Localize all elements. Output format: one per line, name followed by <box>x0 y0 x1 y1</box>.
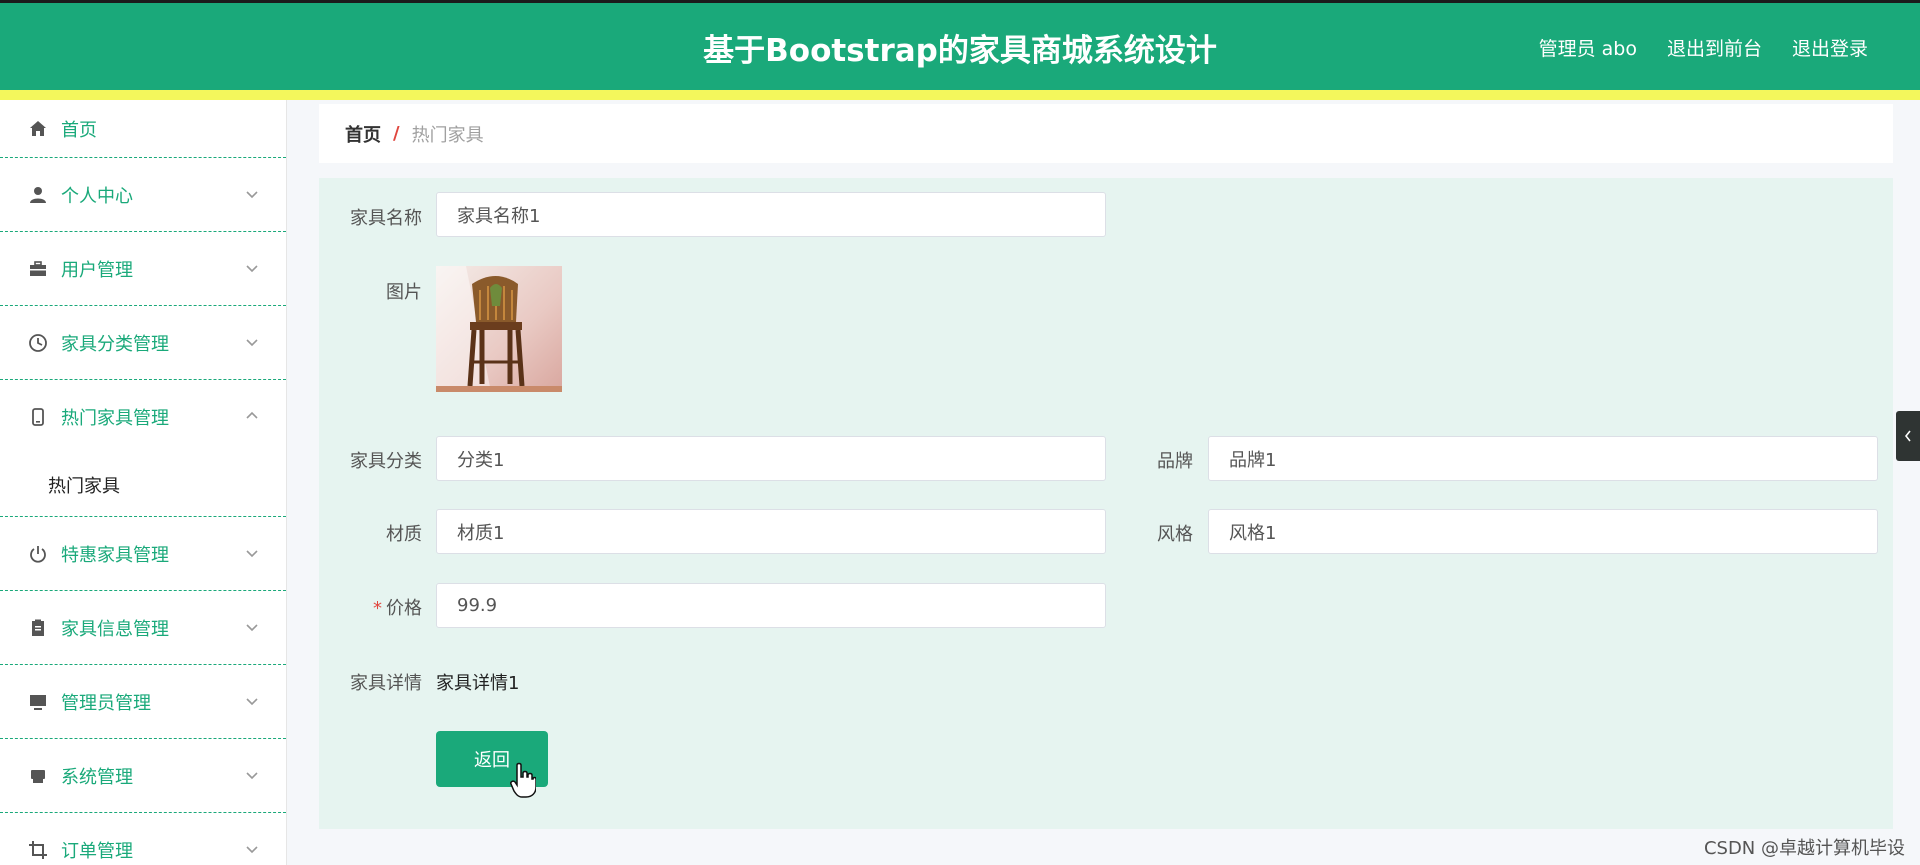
breadcrumb: 首页 / 热门家具 <box>319 104 1893 163</box>
chevron-up-icon <box>246 411 258 419</box>
sidebar-item-label: 订单管理 <box>61 840 133 862</box>
header-accent-strip <box>0 90 1920 100</box>
image-label: 图片 <box>386 282 422 303</box>
sidebar-item-label: 家具信息管理 <box>61 618 169 640</box>
sidebar-item-label: 管理员管理 <box>61 692 151 714</box>
power-icon <box>27 543 49 565</box>
logout-link[interactable]: 退出登录 <box>1792 34 1868 61</box>
furniture-image <box>436 266 562 392</box>
detail-label: 家具详情 <box>350 673 422 694</box>
exit-to-front-link[interactable]: 退出到前台 <box>1667 34 1762 61</box>
sidebar-item-home[interactable]: 首页 <box>0 100 286 158</box>
sidebar-item-category-management[interactable]: 家具分类管理 <box>0 306 286 380</box>
required-mark: * <box>373 598 382 619</box>
sidebar-item-label: 用户管理 <box>61 259 133 281</box>
breadcrumb-current: 热门家具 <box>411 124 484 146</box>
user-icon <box>27 184 49 206</box>
brand-field[interactable]: 品牌1 <box>1208 436 1878 481</box>
detail-value: 家具详情1 <box>436 673 520 694</box>
crop-icon <box>27 839 49 861</box>
chevron-down-icon <box>246 697 258 705</box>
monitor-icon <box>27 691 49 713</box>
sidebar-item-label: 家具分类管理 <box>61 333 169 355</box>
chevron-down-icon <box>246 771 258 779</box>
collapse-toggle[interactable] <box>1896 411 1920 461</box>
chevron-down-icon <box>246 623 258 631</box>
printer-icon <box>27 765 49 787</box>
sidebar-item-system-management[interactable]: 系统管理 <box>0 739 286 813</box>
price-field[interactable]: 99.9 <box>436 583 1106 628</box>
material-field[interactable]: 材质1 <box>436 509 1106 554</box>
sidebar-item-hot-furniture-management[interactable]: 热门家具管理 <box>0 380 286 454</box>
watermark: CSDN @卓越计算机毕设 <box>1703 838 1905 859</box>
chevron-down-icon <box>246 190 258 198</box>
sidebar-subitem-hot-furniture[interactable]: 热门家具 <box>0 454 286 517</box>
sidebar-item-label: 热门家具管理 <box>61 408 169 429</box>
breadcrumb-separator: / <box>393 123 400 144</box>
sidebar-item-special-furniture-management[interactable]: 特惠家具管理 <box>0 517 286 591</box>
hand-cursor-icon <box>510 762 536 798</box>
sidebar-item-label: 首页 <box>61 119 97 141</box>
name-label: 家具名称 <box>350 208 422 229</box>
material-label: 材质 <box>386 524 422 545</box>
sidebar-item-admin-management[interactable]: 管理员管理 <box>0 665 286 739</box>
home-icon <box>27 118 49 140</box>
header-nav: 管理员 abo 退出到前台 退出登录 <box>1539 34 1868 61</box>
clock-icon <box>27 332 49 354</box>
chevron-down-icon <box>246 845 258 853</box>
name-field[interactable]: 家具名称1 <box>436 192 1106 237</box>
chevron-down-icon <box>246 549 258 557</box>
chevron-left-icon <box>1904 430 1911 442</box>
style-label: 风格 <box>1157 524 1193 545</box>
admin-user-label[interactable]: 管理员 abo <box>1539 34 1637 61</box>
chevron-down-icon <box>246 338 258 346</box>
style-field[interactable]: 风格1 <box>1208 509 1878 554</box>
briefcase-icon <box>27 258 49 280</box>
mobile-icon <box>27 406 49 428</box>
price-label: * 价格 <box>318 594 422 620</box>
breadcrumb-home[interactable]: 首页 <box>345 121 381 147</box>
clipboard-icon <box>27 617 49 639</box>
sidebar-item-personal-center[interactable]: 个人中心 <box>0 158 286 232</box>
sidebar-item-furniture-info-management[interactable]: 家具信息管理 <box>0 591 286 665</box>
chevron-down-icon <box>246 264 258 272</box>
top-header: 基于Bootstrap的家具商城系统设计 管理员 abo 退出到前台 退出登录 <box>0 0 1920 90</box>
category-field[interactable]: 分类1 <box>436 436 1106 481</box>
sidebar: 首页 个人中心 用户管理 家具分类管理 热门家具管理 热门家具 特惠家具管理 家… <box>0 100 287 865</box>
sidebar-item-label: 特惠家具管理 <box>61 544 169 566</box>
category-label: 家具分类 <box>350 451 422 472</box>
sidebar-item-order-management[interactable]: 订单管理 <box>0 813 286 865</box>
price-label-text: 价格 <box>386 598 422 619</box>
sidebar-item-label: 个人中心 <box>61 185 133 207</box>
sidebar-item-label: 系统管理 <box>61 766 133 788</box>
brand-label: 品牌 <box>1157 451 1193 472</box>
sidebar-item-user-management[interactable]: 用户管理 <box>0 232 286 306</box>
